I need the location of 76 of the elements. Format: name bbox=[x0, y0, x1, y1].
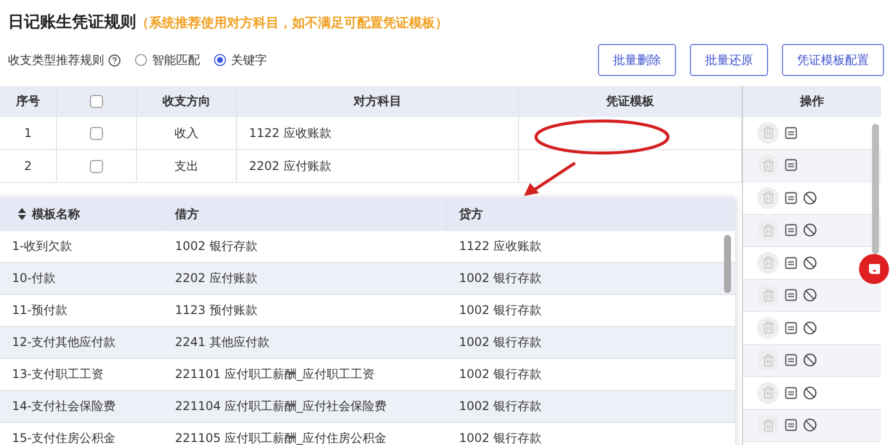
sort-icon[interactable] bbox=[18, 208, 26, 220]
table-cell-text: 221104 应付职工薪酬_应付社会保险费 bbox=[174, 398, 388, 415]
template-option[interactable]: 10-付款 2202 应付账款 1002 银行存款 bbox=[0, 263, 735, 295]
document-icon[interactable] bbox=[785, 159, 797, 172]
table-cell-text: 10-付款 bbox=[11, 270, 57, 287]
checkbox[interactable] bbox=[90, 126, 103, 140]
table-cell-text: 1002 银行存款 bbox=[458, 366, 542, 383]
rule-label: 收支类型推荐规则 bbox=[8, 52, 104, 68]
column-header: 序号 bbox=[0, 86, 57, 117]
ban-icon[interactable] bbox=[803, 256, 817, 270]
document-icon[interactable] bbox=[785, 419, 797, 432]
column-header: 操作 bbox=[800, 93, 824, 110]
checkbox[interactable] bbox=[90, 95, 103, 108]
ban-icon[interactable] bbox=[803, 190, 817, 205]
toolbar-button[interactable]: 凭证模板配置 bbox=[782, 44, 884, 76]
ban-icon[interactable] bbox=[803, 320, 817, 335]
checkbox[interactable] bbox=[90, 160, 103, 172]
scrollbar[interactable] bbox=[724, 235, 731, 293]
ban-icon[interactable] bbox=[803, 418, 817, 432]
table-cell-text: 14-支付社会保险费 bbox=[11, 398, 117, 415]
document-icon[interactable] bbox=[785, 289, 797, 302]
table-cell-text: 1002 银行存款 bbox=[458, 334, 542, 351]
table-cell-text: 2202 应付账款 bbox=[174, 270, 258, 287]
document-icon[interactable] bbox=[785, 322, 797, 334]
ban-icon[interactable] bbox=[803, 223, 817, 238]
ban-icon[interactable] bbox=[803, 353, 817, 368]
document-icon[interactable] bbox=[785, 386, 797, 399]
document-icon[interactable] bbox=[785, 354, 797, 366]
table-cell: 1122 应收账款 bbox=[237, 117, 519, 149]
table-cell: 2202 应付账款 bbox=[237, 150, 519, 182]
table-cell-text: 221101 应付职工薪酬_应付职工工资 bbox=[174, 366, 376, 383]
page-title: 日记账生凭证规则 bbox=[8, 12, 136, 33]
table-cell: 2 bbox=[0, 150, 57, 182]
table-cell-text: 1-收到欠款 bbox=[11, 238, 73, 255]
rule-radio[interactable]: 智能匹配 bbox=[135, 52, 200, 68]
toolbar-button[interactable]: 批量还原 bbox=[690, 44, 768, 76]
template-option[interactable]: 12-支付其他应付款 2241 其他应付款 1002 银行存款 bbox=[0, 327, 735, 359]
annotation-arrow bbox=[522, 160, 578, 198]
help-icon[interactable] bbox=[108, 54, 121, 66]
table-cell: 支出 bbox=[137, 150, 237, 182]
column-header: 凭证模板 bbox=[519, 86, 742, 117]
table-cell-text: 1002 银行存款 bbox=[458, 302, 542, 319]
page-hint: （系统推荐使用对方科目，如不满足可配置凭证模板） bbox=[136, 14, 448, 32]
column-header-label: 模板名称 bbox=[32, 206, 80, 222]
table-cell: 1 bbox=[0, 117, 57, 149]
table-cell-text: 1123 预付账款 bbox=[174, 302, 258, 319]
table-cell-text: 2241 其他应付款 bbox=[174, 334, 270, 351]
document-icon[interactable] bbox=[785, 224, 797, 236]
table-cell-text: 1002 银行存款 bbox=[458, 430, 542, 445]
document-icon[interactable] bbox=[785, 256, 797, 269]
template-option[interactable]: 13-支付职工工资 221101 应付职工薪酬_应付职工工资 1002 银行存款 bbox=[0, 359, 735, 391]
rule-radio[interactable]: 关键字 bbox=[214, 52, 267, 68]
table-cell-text: 221105 应付职工薪酬_应付住房公积金 bbox=[174, 430, 388, 445]
table-cell-text: 1002 银行存款 bbox=[174, 238, 258, 255]
toolbar-button[interactable]: 批量删除 bbox=[598, 44, 676, 76]
table-cell-text: 13-支付职工工资 bbox=[11, 366, 105, 383]
column-header: 对方科目 bbox=[237, 86, 519, 117]
table-cell-text: 15-支付住房公积金 bbox=[11, 430, 117, 445]
table-cell-text: 1002 银行存款 bbox=[458, 270, 542, 287]
template-option[interactable]: 11-预付款 1123 预付账款 1002 银行存款 bbox=[0, 295, 735, 327]
document-icon[interactable] bbox=[785, 126, 797, 139]
template-option[interactable]: 15-支付住房公积金 221105 应付职工薪酬_应付住房公积金 1002 银行存款 bbox=[0, 423, 735, 445]
column-header: 贷方 bbox=[458, 206, 484, 222]
table-cell-text: 11-预付款 bbox=[11, 302, 69, 319]
table-cell-text: 12-支付其他应付款 bbox=[11, 334, 117, 351]
scrollbar[interactable] bbox=[872, 124, 879, 254]
column-header: 收支方向 bbox=[137, 86, 237, 117]
table-cell-text: 1002 银行存款 bbox=[458, 398, 542, 415]
ban-icon[interactable] bbox=[803, 288, 817, 302]
table-cell-text: 1122 应收账款 bbox=[458, 238, 542, 255]
chat-icon bbox=[868, 263, 880, 275]
table-cell: 收入 bbox=[137, 117, 237, 149]
template-option[interactable]: 1-收到欠款 1002 银行存款 1122 应收账款 bbox=[0, 231, 735, 263]
document-icon[interactable] bbox=[785, 192, 797, 204]
ban-icon[interactable] bbox=[803, 386, 817, 400]
template-option[interactable]: 14-支付社会保险费 221104 应付职工薪酬_应付社会保险费 1002 银行存款 bbox=[0, 391, 735, 423]
